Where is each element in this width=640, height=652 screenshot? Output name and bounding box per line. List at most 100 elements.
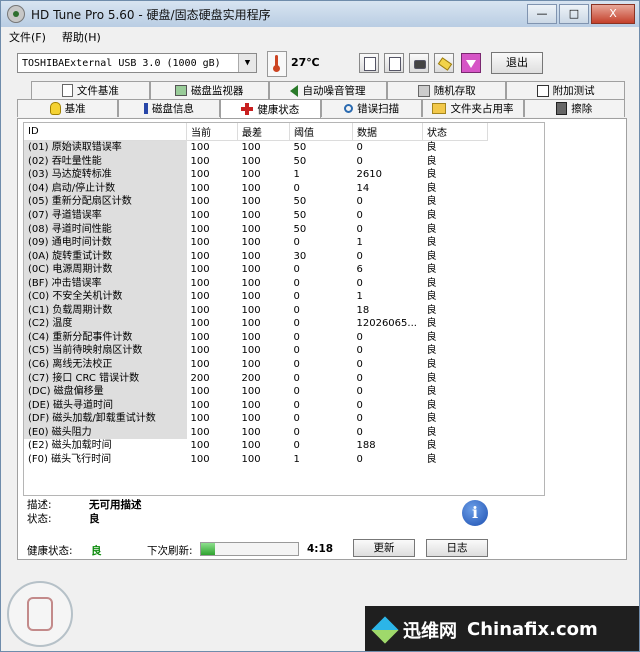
table-row[interactable]: (0C) 电源周期计数 100 100 0 6 良	[24, 262, 488, 277]
maximize-button[interactable]: □	[559, 4, 589, 24]
cell-threshold: 0	[293, 304, 300, 316]
tab-file-benchmark[interactable]: 文件基准	[31, 81, 150, 99]
refresh-progress-bar	[200, 542, 299, 556]
cell-worst: 100	[241, 440, 261, 452]
watermark-banner: 迅维网 Chinafix.com	[365, 606, 639, 651]
cell-threshold: 0	[293, 182, 300, 194]
copy-info-button[interactable]	[359, 53, 379, 73]
chinafix-logo-icon	[371, 615, 399, 644]
wrench-icon	[437, 57, 453, 71]
toolbar: TOSHIBAExternal USB 3.0 (1000 gB) ▼ 27℃ …	[1, 47, 639, 81]
table-row[interactable]: (05) 重新分配扇区计数 100 100 50 0 良	[24, 195, 488, 209]
cell-worst: 100	[241, 331, 261, 343]
cell-worst: 100	[241, 155, 261, 167]
table-row[interactable]: (DC) 磁盘偏移量 100 100 0 0 良	[24, 384, 488, 399]
cell-status: 良	[426, 155, 437, 167]
cell-current: 100	[190, 291, 210, 303]
table-row[interactable]: (02) 吞吐量性能 100 100 50 0 良	[24, 154, 488, 169]
tab-random-access[interactable]: 随机存取	[387, 81, 507, 99]
table-row[interactable]: (07) 寻道错误率 100 100 50 0 良	[24, 208, 488, 223]
cell-id: (04) 启动/停止计数	[24, 181, 187, 196]
cell-id: (07) 寻道错误率	[24, 208, 187, 223]
menu-file[interactable]: 文件(F)	[9, 29, 46, 45]
tab-benchmark[interactable]: 基准	[17, 99, 119, 117]
info-icon-button[interactable]: i	[462, 500, 488, 526]
cell-current: 100	[190, 440, 210, 452]
table-row[interactable]: (0A) 旋转重试计数 100 100 30 0 良	[24, 249, 488, 263]
table-row[interactable]: (C4) 重新分配事件计数 100 100 0 0 良	[24, 330, 488, 345]
col-worst-header[interactable]: 最差	[237, 123, 290, 141]
col-data-header[interactable]: 数据	[352, 123, 423, 141]
table-row[interactable]: (E2) 磁头加载时间 100 100 0 188 良	[24, 439, 488, 453]
cell-threshold: 50	[293, 155, 307, 167]
drive-select[interactable]: TOSHIBAExternal USB 3.0 (1000 gB) ▼	[17, 53, 257, 73]
log-button[interactable]: 日志	[426, 539, 488, 557]
cell-data: 0	[356, 142, 363, 154]
next-refresh-label: 下次刷新:	[147, 545, 193, 557]
cell-threshold: 0	[293, 291, 300, 303]
cell-data: 0	[356, 413, 363, 425]
tab-extra-tests[interactable]: 附加测试	[506, 81, 625, 99]
save-button[interactable]	[461, 53, 481, 73]
col-current-header[interactable]: 当前	[186, 123, 238, 141]
cell-current: 100	[190, 196, 210, 208]
options-button[interactable]	[434, 53, 454, 73]
copy-all-button[interactable]	[384, 53, 404, 73]
table-row[interactable]: (09) 通电时间计数 100 100 0 1 良	[24, 235, 488, 250]
refresh-button[interactable]: 更新	[353, 539, 415, 557]
cell-current: 100	[190, 359, 210, 371]
table-row[interactable]: (C2) 温度 100 100 0 12026065... 良	[24, 317, 488, 331]
chevron-down-icon[interactable]: ▼	[238, 54, 256, 72]
refresh-countdown: 4:18	[307, 543, 334, 555]
document-icon	[61, 84, 73, 97]
table-row[interactable]: (E0) 磁头阻力 100 100 0 0 良	[24, 425, 488, 440]
table-row[interactable]: (08) 寻道时间性能 100 100 50 0 良	[24, 222, 488, 236]
screenshot-button[interactable]	[409, 53, 429, 73]
minimize-button[interactable]: —	[527, 4, 557, 24]
col-threshold-header[interactable]: 阈值	[289, 123, 353, 141]
cell-threshold: 0	[293, 331, 300, 343]
cell-data: 0	[356, 155, 363, 167]
cell-data: 0	[356, 331, 363, 343]
table-row[interactable]: (F0) 磁头飞行时间 100 100 1 0 良	[24, 452, 488, 467]
tab-health[interactable]: 健康状态	[219, 99, 321, 118]
cell-worst: 100	[241, 345, 261, 357]
table-row[interactable]: (04) 启动/停止计数 100 100 0 14 良	[24, 181, 488, 196]
cell-data: 0	[356, 196, 363, 208]
cell-current: 100	[190, 426, 210, 438]
cell-threshold: 0	[293, 237, 300, 249]
table-row[interactable]: (03) 马达旋转标准 100 100 1 2610 良	[24, 168, 488, 182]
table-row[interactable]: (C7) 接口 CRC 错误计数 200 200 0 0 良	[24, 371, 488, 385]
table-row[interactable]: (BF) 冲击错误率 100 100 0 0 良	[24, 276, 488, 291]
exit-button[interactable]: 退出	[491, 52, 543, 74]
col-status-header[interactable]: 状态	[422, 123, 488, 141]
cell-id: (C1) 负载周期计数	[24, 303, 187, 318]
table-row[interactable]: (01) 原始读取错误率 100 100 50 0 良	[24, 140, 488, 155]
cell-status: 良	[426, 237, 437, 249]
speaker-icon	[290, 84, 299, 97]
table-row[interactable]: (C1) 负载周期计数 100 100 0 18 良	[24, 303, 488, 318]
tab-erase[interactable]: 擦除	[523, 99, 625, 117]
cell-data: 188	[356, 440, 376, 452]
tab-error-scan[interactable]: 错误扫描	[320, 99, 423, 117]
cell-status: 良	[426, 210, 437, 221]
table-row[interactable]: (C0) 不安全关机计数 100 100 0 1 良	[24, 290, 488, 304]
tab-disk-info[interactable]: 磁盘信息	[118, 99, 220, 117]
tab-disk-monitor[interactable]: 磁盘监视器	[149, 81, 269, 99]
tab-aam[interactable]: 自动噪音管理	[268, 81, 388, 99]
close-button[interactable]: X	[591, 4, 635, 24]
cell-data: 1	[356, 237, 363, 249]
cell-worst: 100	[241, 210, 261, 221]
smart-attribute-list[interactable]: ID 当前 最差 阈值 数据 状态 (01) 原始读取错误率 100 100 50 0 良…	[23, 122, 545, 496]
col-id-header[interactable]: ID	[24, 123, 187, 141]
table-row[interactable]: (DF) 磁头加载/卸载重试计数 100 100 0 0 良	[24, 411, 488, 426]
cell-status: 良	[426, 413, 437, 425]
table-row[interactable]: (C5) 当前待映射扇区计数 100 100 0 0 良	[24, 344, 488, 358]
magnifier-icon	[344, 104, 354, 113]
table-row[interactable]: (DE) 磁头寻道时间 100 100 0 0 良	[24, 398, 488, 412]
menu-help[interactable]: 帮助(H)	[62, 29, 101, 45]
table-row[interactable]: (C6) 离线无法校正 100 100 0 0 良	[24, 357, 488, 372]
drive-select-value: TOSHIBAExternal USB 3.0 (1000 gB)	[22, 58, 221, 69]
cell-id: (DE) 磁头寻道时间	[24, 398, 187, 412]
tab-folder-usage[interactable]: 文件夹占用率	[422, 99, 524, 117]
